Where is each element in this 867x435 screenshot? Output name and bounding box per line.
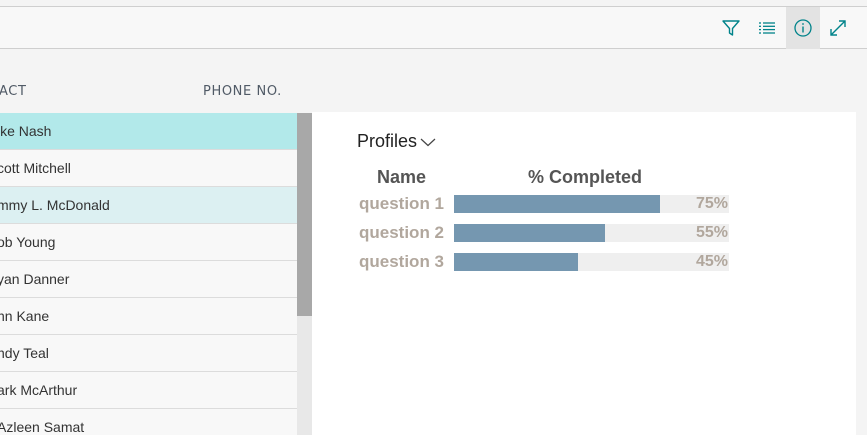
progress-percent: 55% <box>695 224 728 241</box>
filter-button[interactable] <box>714 7 748 49</box>
list-row[interactable]: hn Kane <box>0 298 297 335</box>
column-header-name: Name <box>377 167 427 187</box>
progress-percent: 75% <box>695 195 728 212</box>
list-row[interactable]: mmy L. McDonald <box>0 187 297 224</box>
info-icon <box>794 19 812 37</box>
list-row[interactable]: Azleen Samat <box>0 409 297 435</box>
list-row[interactable]: ike Nash <box>0 113 297 150</box>
contact-name[interactable]: Azleen Samat <box>0 409 84 435</box>
list-row[interactable]: ndy Teal <box>0 335 297 372</box>
contact-name[interactable]: hn Kane <box>0 298 49 334</box>
list-view-icon <box>759 22 775 34</box>
progress-percent: 45% <box>695 253 728 270</box>
action-toolbar <box>0 6 867 49</box>
list-row[interactable]: cott Mitchell <box>0 150 297 187</box>
list-view-button[interactable] <box>750 7 784 49</box>
list-row[interactable]: yan Danner <box>0 261 297 298</box>
profiles-factbox: Profiles Name % Completed question 1 75% q… <box>312 112 856 435</box>
contact-name[interactable]: ob Young <box>0 224 55 260</box>
contact-name[interactable]: ark McArthur <box>0 372 77 408</box>
contact-list: ike Nash cott Mitchell mmy L. McDonald o… <box>0 113 297 435</box>
profiles-title-label: Profiles <box>357 131 418 151</box>
expand-button[interactable] <box>821 7 855 49</box>
filter-icon <box>722 20 740 36</box>
column-header-phone[interactable]: PHONE NO. <box>203 84 282 99</box>
progress-bar-fill <box>454 224 605 242</box>
list-row[interactable]: ob Young <box>0 224 297 261</box>
progress-bar-fill <box>454 195 660 213</box>
contact-name[interactable]: yan Danner <box>0 261 69 297</box>
contact-name[interactable]: cott Mitchell <box>0 150 71 186</box>
chevron-down-icon <box>420 138 436 146</box>
profile-question-label[interactable]: question 1 <box>359 194 447 214</box>
contact-name[interactable]: ike Nash <box>0 113 51 149</box>
progress-bar-fill <box>454 253 578 271</box>
column-header-contact[interactable]: ACT <box>0 84 26 99</box>
contact-name[interactable]: mmy L. McDonald <box>0 187 110 223</box>
expand-icon <box>830 20 846 36</box>
info-button[interactable] <box>786 7 820 49</box>
profile-question-label[interactable]: question 3 <box>359 252 447 272</box>
column-header-completed: % Completed <box>528 167 643 187</box>
profile-question-label[interactable]: question 2 <box>359 223 447 243</box>
profiles-title[interactable]: Profiles <box>357 131 436 152</box>
contact-name[interactable]: ndy Teal <box>0 335 49 371</box>
list-scrollbar-thumb[interactable] <box>297 113 312 316</box>
list-row[interactable]: ark McArthur <box>0 372 297 409</box>
